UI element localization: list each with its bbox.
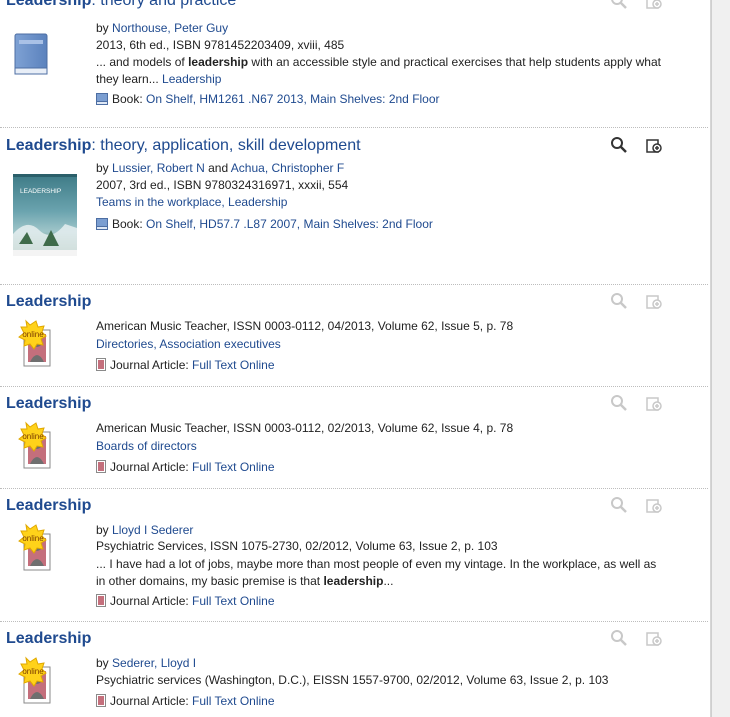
- vertical-scrollbar[interactable]: [710, 0, 730, 717]
- author-link[interactable]: Lussier, Robert N: [112, 161, 205, 175]
- full-text-link[interactable]: Full Text Online: [192, 358, 274, 372]
- online-article-thumbnail[interactable]: online: [10, 655, 66, 711]
- magnifier-icon[interactable]: [610, 394, 628, 412]
- result-title[interactable]: Leadership: [6, 630, 91, 648]
- magnifier-icon[interactable]: [610, 629, 628, 647]
- result-tools: [610, 136, 670, 156]
- publication-info: Psychiatric Services, ISSN 1075-2730, 02…: [96, 539, 498, 553]
- result-item: Leadership online by Sederer, Lloyd I Ps…: [0, 622, 708, 717]
- result-snippet: ... I have had a lot of jobs, maybe more…: [96, 557, 657, 588]
- publication-info: Psychiatric services (Washington, D.C.),…: [96, 673, 609, 687]
- result-tools: [610, 496, 670, 516]
- subjects-line[interactable]: Boards of directors: [96, 439, 197, 453]
- online-article-thumbnail[interactable]: online: [10, 420, 66, 476]
- availability-link[interactable]: On Shelf, HM1261 .N67 2013, Main Shelves…: [146, 92, 440, 106]
- magnifier-icon[interactable]: [610, 0, 628, 10]
- save-to-folder-icon[interactable]: [645, 0, 663, 10]
- online-article-thumbnail[interactable]: online: [10, 318, 66, 374]
- subject-link[interactable]: Leadership: [162, 72, 221, 86]
- publication-info: American Music Teacher, ISSN 0003-0112, …: [96, 319, 514, 333]
- magnifier-icon[interactable]: [610, 496, 628, 514]
- availability-line: Journal Article: Full Text Online: [96, 594, 275, 608]
- save-to-folder-icon[interactable]: [645, 292, 663, 310]
- availability-line: Book: On Shelf, HD57.7 .L87 2007, Main S…: [96, 217, 433, 231]
- article-icon: [96, 594, 106, 607]
- magnifier-icon[interactable]: [610, 292, 628, 310]
- book-cover-image[interactable]: LEADERSHIP: [13, 174, 77, 256]
- publication-info: 2013, 6th ed., ISBN 9781452203409, xviii…: [96, 38, 345, 52]
- article-icon: [96, 694, 106, 707]
- online-article-thumbnail[interactable]: online: [10, 522, 66, 578]
- result-tools: [610, 0, 670, 12]
- subjects-line[interactable]: Directories, Association executives: [96, 337, 281, 351]
- result-item: Leadership online American Music Teacher…: [0, 387, 708, 489]
- result-tools: [610, 629, 670, 649]
- save-to-folder-icon[interactable]: [645, 136, 663, 154]
- full-text-link[interactable]: Full Text Online: [192, 594, 274, 608]
- result-item: Leadership: theory, application, skill d…: [0, 128, 708, 285]
- availability-link[interactable]: On Shelf, HD57.7 .L87 2007, Main Shelves…: [146, 217, 433, 231]
- result-snippet: ... and models of leadership with an acc…: [96, 55, 661, 86]
- svg-text:online: online: [22, 330, 44, 339]
- book-icon: [96, 218, 108, 230]
- result-item: Leadership: theory and practice by North…: [0, 0, 708, 128]
- availability-line: Journal Article: Full Text Online: [96, 358, 275, 372]
- authors-line: by Northouse, Peter Guy: [96, 21, 229, 35]
- svg-text:online: online: [22, 432, 44, 441]
- authors-line: by Sederer, Lloyd I: [96, 656, 197, 670]
- authors-line: by Lloyd I Sederer: [96, 523, 194, 537]
- publication-info: 2007, 3rd ed., ISBN 9780324316971, xxxii…: [96, 178, 349, 192]
- article-icon: [96, 460, 106, 473]
- article-icon: [96, 358, 106, 371]
- publication-info: American Music Teacher, ISSN 0003-0112, …: [96, 421, 514, 435]
- availability-line: Journal Article: Full Text Online: [96, 694, 275, 708]
- result-title[interactable]: Leadership: theory and practice: [6, 0, 236, 10]
- book-icon: [96, 93, 108, 105]
- result-title[interactable]: Leadership: theory, application, skill d…: [6, 137, 361, 155]
- result-tools: [610, 292, 670, 312]
- book-cover-placeholder[interactable]: [11, 32, 51, 76]
- save-to-folder-icon[interactable]: [645, 496, 663, 514]
- author-link[interactable]: Achua, Christopher F: [231, 161, 344, 175]
- result-title[interactable]: Leadership: [6, 293, 91, 311]
- svg-text:online: online: [22, 534, 44, 543]
- result-title[interactable]: Leadership: [6, 395, 91, 413]
- author-link[interactable]: Lloyd I Sederer: [112, 523, 193, 537]
- availability-line: Journal Article: Full Text Online: [96, 460, 275, 474]
- author-link[interactable]: Northouse, Peter Guy: [112, 21, 228, 35]
- magnifier-icon[interactable]: [610, 136, 628, 154]
- save-to-folder-icon[interactable]: [645, 394, 663, 412]
- result-title[interactable]: Leadership: [6, 497, 91, 515]
- authors-line: by Lussier, Robert N and Achua, Christop…: [96, 161, 345, 175]
- full-text-link[interactable]: Full Text Online: [192, 694, 274, 708]
- result-item: Leadership online by Lloyd I Sederer Psy…: [0, 489, 708, 622]
- result-tools: [610, 394, 670, 414]
- result-item: Leadership online American Music Teacher…: [0, 285, 708, 387]
- svg-text:online: online: [22, 667, 44, 676]
- full-text-link[interactable]: Full Text Online: [192, 460, 274, 474]
- availability-line: Book: On Shelf, HM1261 .N67 2013, Main S…: [96, 92, 440, 106]
- author-link[interactable]: Sederer, Lloyd I: [112, 656, 196, 670]
- subjects-line[interactable]: Teams in the workplace, Leadership: [96, 195, 287, 209]
- save-to-folder-icon[interactable]: [645, 629, 663, 647]
- svg-text:LEADERSHIP: LEADERSHIP: [20, 188, 61, 195]
